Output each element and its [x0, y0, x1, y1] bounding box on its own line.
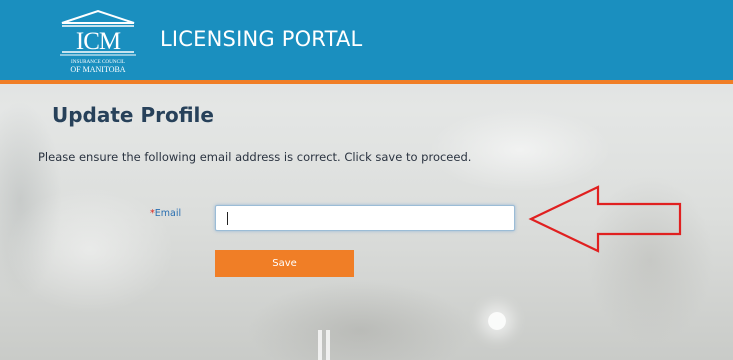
icm-logo: ICM INSURANCE COUNCIL OF MANITOBA [60, 9, 136, 74]
logo-wordmark: ICM [76, 28, 121, 55]
email-label-text: Email [154, 208, 182, 219]
save-button[interactable]: Save [215, 250, 354, 277]
instructions-text: Please ensure the following email addres… [38, 150, 472, 164]
logo-subtext-line2: OF MANITOBA [70, 65, 125, 74]
page-title: Update Profile [52, 103, 214, 127]
background-post [326, 330, 330, 360]
site-header: ICM INSURANCE COUNCIL OF MANITOBA LICENS… [0, 0, 733, 84]
red-arrow-annotation [528, 185, 682, 253]
portal-title: LICENSING PORTAL [160, 27, 363, 51]
email-label: *Email [150, 208, 181, 219]
login-page: ICM INSURANCE COUNCIL OF MANITOBA LICENS… [0, 0, 733, 360]
background-light-glare [488, 312, 506, 330]
text-caret [227, 212, 228, 225]
email-input[interactable] [215, 205, 515, 231]
background-post [318, 330, 322, 360]
